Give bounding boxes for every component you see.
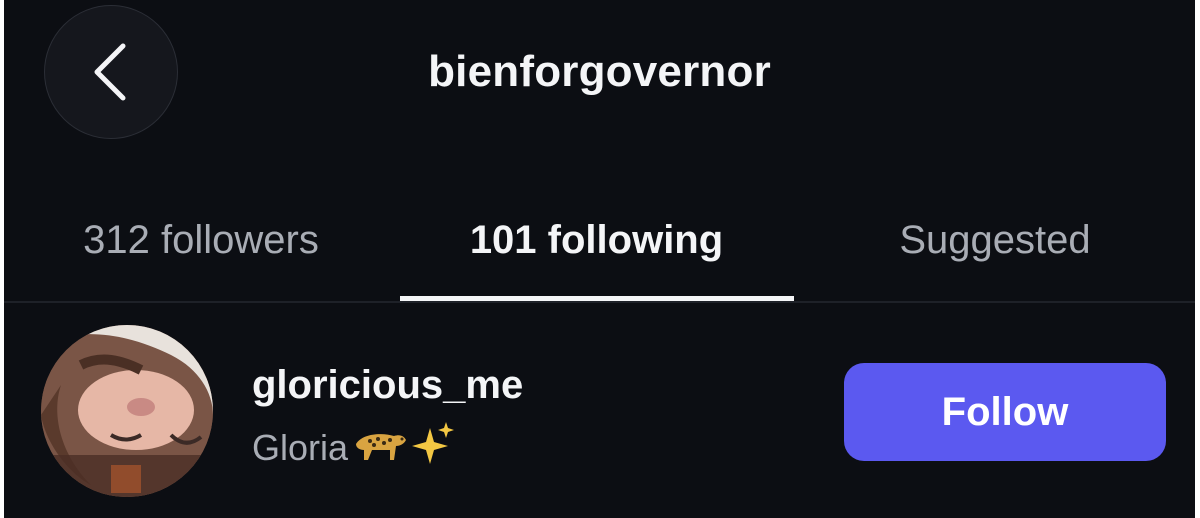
avatar-photo [41, 325, 213, 497]
avatar[interactable] [41, 325, 213, 497]
username[interactable]: gloricious_me [252, 360, 523, 410]
full-name-text: Gloria [252, 427, 349, 469]
leopard-emoji [352, 424, 408, 477]
follow-button[interactable]: Follow [844, 363, 1166, 461]
list-item[interactable]: gloricious_me Gloria Follow [4, 303, 1195, 518]
page-title: bienforgovernor [428, 47, 771, 96]
sparkles-emoji [412, 420, 456, 481]
tab-suggested[interactable]: Suggested [795, 210, 1195, 270]
following-screen: bienforgovernor 312 followers 101 follow… [4, 0, 1195, 518]
full-name: Gloria [252, 420, 456, 481]
tab-following[interactable]: 101 following [398, 210, 795, 270]
tab-followers[interactable]: 312 followers [4, 210, 398, 270]
